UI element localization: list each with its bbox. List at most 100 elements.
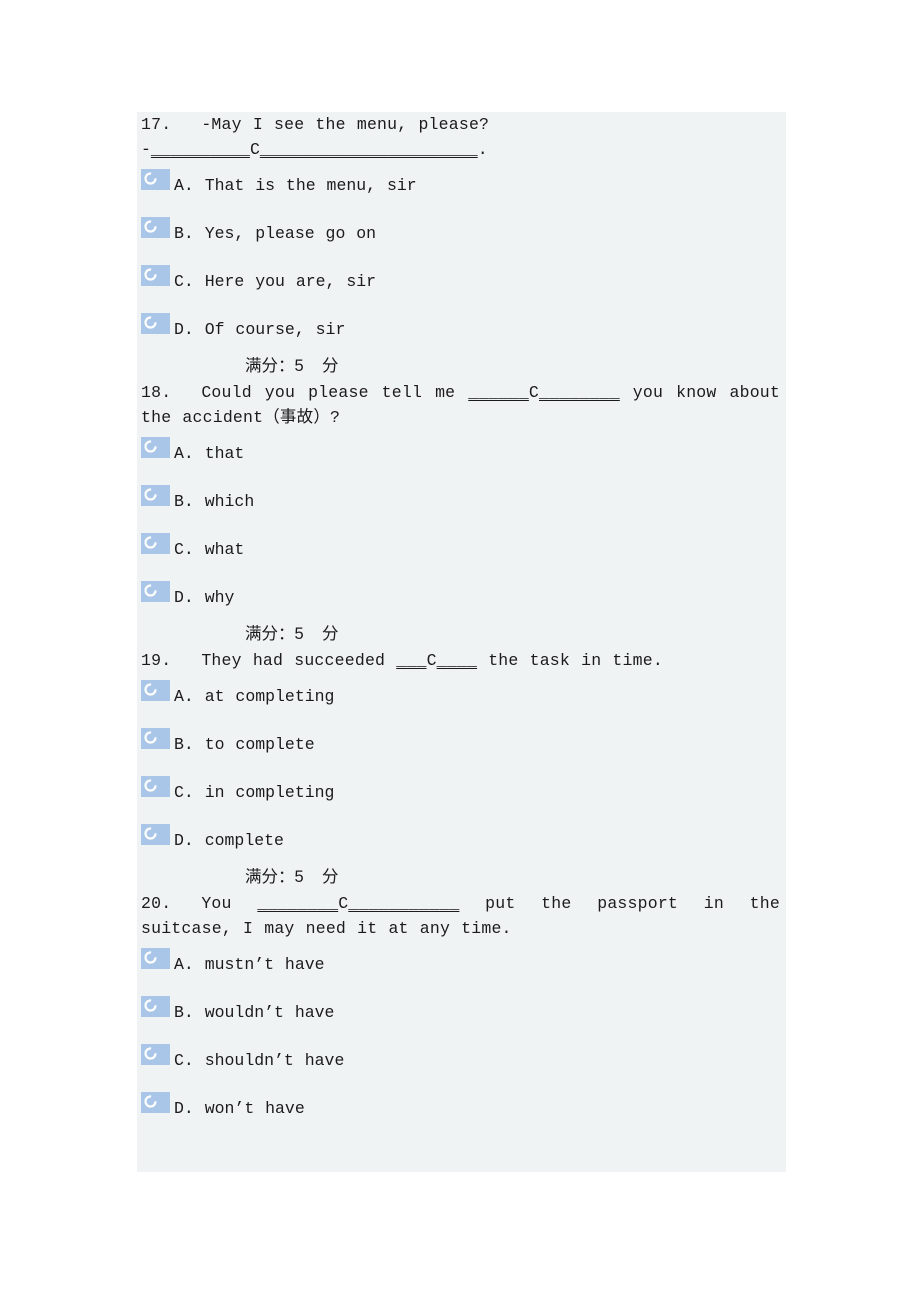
question-20-stem-before: You — [201, 894, 258, 913]
broken-image-radio-icon[interactable] — [141, 824, 170, 845]
broken-image-radio-icon[interactable] — [141, 996, 170, 1017]
broken-image-radio-icon[interactable] — [141, 581, 170, 602]
question-18-blank-before: ______ — [468, 383, 529, 402]
option-label: A. That is the menu, sir — [174, 173, 417, 198]
option-label: A. that — [174, 441, 244, 466]
option-row[interactable]: A. at completing — [137, 673, 786, 721]
option-label: B. to complete — [174, 732, 315, 757]
option-row[interactable]: D. won’t have — [137, 1085, 786, 1133]
question-20-number: 20. — [141, 894, 172, 913]
option-row[interactable]: D. Of course, sir — [137, 306, 786, 354]
question-19-options: A. at completing B. to complete C. in co… — [137, 673, 786, 865]
broken-image-radio-icon[interactable] — [141, 776, 170, 797]
question-17-blank-before: __________ — [150, 140, 250, 159]
option-text: Yes, please go on — [204, 224, 377, 243]
question-18-number: 18. — [141, 383, 172, 402]
question-20-blank-after: ___________ — [348, 894, 460, 913]
option-text: That is the menu, sir — [204, 176, 417, 195]
option-text: to complete — [204, 735, 315, 754]
option-row[interactable]: C. shouldn’t have — [137, 1037, 786, 1085]
question-18-stem: 18. Could you please tell me ______C_____… — [137, 380, 786, 430]
option-letter: C. — [174, 783, 194, 802]
question-18-options: A. that B. which C. what D. why — [137, 430, 786, 622]
broken-image-radio-icon[interactable] — [141, 1044, 170, 1065]
question-20-stem: 20. You ________C___________ put the pass… — [137, 891, 786, 941]
question-17-options: A. That is the menu, sir B. Yes, please … — [137, 162, 786, 354]
question-17-number: 17. — [141, 115, 172, 134]
question-17-stem-line1: 17. -May I see the menu, please? — [137, 112, 786, 137]
option-row[interactable]: B. which — [137, 478, 786, 526]
broken-image-radio-icon[interactable] — [141, 533, 170, 554]
option-label: A. mustn’t have — [174, 952, 325, 977]
option-row[interactable]: C. Here you are, sir — [137, 258, 786, 306]
broken-image-radio-icon[interactable] — [141, 217, 170, 238]
option-label: C. shouldn’t have — [174, 1048, 344, 1073]
option-letter: D. — [174, 831, 194, 850]
broken-image-radio-icon[interactable] — [141, 948, 170, 969]
option-text: shouldn’t have — [204, 1051, 345, 1070]
option-text: wouldn’t have — [204, 1003, 335, 1022]
option-row[interactable]: B. wouldn’t have — [137, 989, 786, 1037]
option-label: D. complete — [174, 828, 284, 853]
option-row[interactable]: C. what — [137, 526, 786, 574]
broken-image-radio-icon[interactable] — [141, 169, 170, 190]
option-text: mustn’t have — [204, 955, 325, 974]
score-label: 满分：5 分 — [245, 357, 339, 375]
question-18-blank-after: ________ — [539, 383, 620, 402]
question-19-blank-before: ___ — [396, 651, 427, 670]
option-letter: D. — [174, 588, 194, 607]
option-letter: A. — [174, 955, 194, 974]
option-label: C. what — [174, 537, 244, 562]
question-block-20: 20. You ________C___________ put the pass… — [137, 891, 786, 1159]
question-17-stem-line2: -__________C______________________. — [137, 137, 786, 162]
option-letter: C. — [174, 1051, 194, 1070]
question-19-stem-before: They had succeeded — [201, 651, 397, 670]
broken-image-radio-icon[interactable] — [141, 680, 170, 701]
option-letter: B. — [174, 492, 194, 511]
broken-image-radio-icon[interactable] — [141, 265, 170, 286]
question-19-number: 19. — [141, 651, 172, 670]
option-text: Of course, sir — [204, 320, 346, 339]
option-letter: B. — [174, 1003, 194, 1022]
broken-image-radio-icon[interactable] — [141, 313, 170, 334]
option-row[interactable]: D. complete — [137, 817, 786, 865]
question-17-answer: C — [249, 140, 260, 159]
option-row[interactable]: D. why — [137, 574, 786, 622]
score-label: 满分：5 分 — [245, 868, 339, 886]
option-letter: A. — [174, 176, 194, 195]
option-row[interactable]: C. in completing — [137, 769, 786, 817]
question-20-blank-before: ________ — [257, 894, 339, 913]
option-letter: A. — [174, 444, 194, 463]
option-row[interactable]: A. that — [137, 430, 786, 478]
option-letter: A. — [174, 687, 194, 706]
option-text: at completing — [204, 687, 335, 706]
option-row[interactable]: B. Yes, please go on — [137, 210, 786, 258]
question-20-options: A. mustn’t have B. wouldn’t have C. shou… — [137, 941, 786, 1133]
option-label: B. Yes, please go on — [174, 221, 376, 246]
option-text: which — [204, 492, 255, 511]
broken-image-radio-icon[interactable] — [141, 437, 170, 458]
question-block-19: 19. They had succeeded ___C____ the task … — [137, 648, 786, 891]
option-label: D. won’t have — [174, 1096, 305, 1121]
option-label: C. Here you are, sir — [174, 269, 376, 294]
option-letter: D. — [174, 1099, 194, 1118]
question-block-17: 17. -May I see the menu, please? -_______… — [137, 112, 786, 380]
option-text: that — [204, 444, 245, 463]
option-row[interactable]: A. mustn’t have — [137, 941, 786, 989]
question-17-blank-after: ______________________ — [259, 140, 478, 159]
option-row[interactable]: B. to complete — [137, 721, 786, 769]
question-20-answer: C — [338, 894, 349, 913]
option-row[interactable]: A. That is the menu, sir — [137, 162, 786, 210]
question-19-stem-after: the task in time. — [477, 651, 663, 670]
option-text: won’t have — [204, 1099, 305, 1118]
question-17-stem-text: -May I see the menu, please? — [201, 115, 490, 134]
question-19-blank-after: ____ — [436, 651, 478, 670]
option-label: B. wouldn’t have — [174, 1000, 334, 1025]
broken-image-radio-icon[interactable] — [141, 1092, 170, 1113]
broken-image-radio-icon[interactable] — [141, 485, 170, 506]
broken-image-radio-icon[interactable] — [141, 728, 170, 749]
option-text: in completing — [204, 783, 335, 802]
option-text: why — [204, 588, 235, 607]
document-page: 17. -May I see the menu, please? -_______… — [0, 0, 920, 1302]
option-text: Here you are, sir — [204, 272, 377, 291]
